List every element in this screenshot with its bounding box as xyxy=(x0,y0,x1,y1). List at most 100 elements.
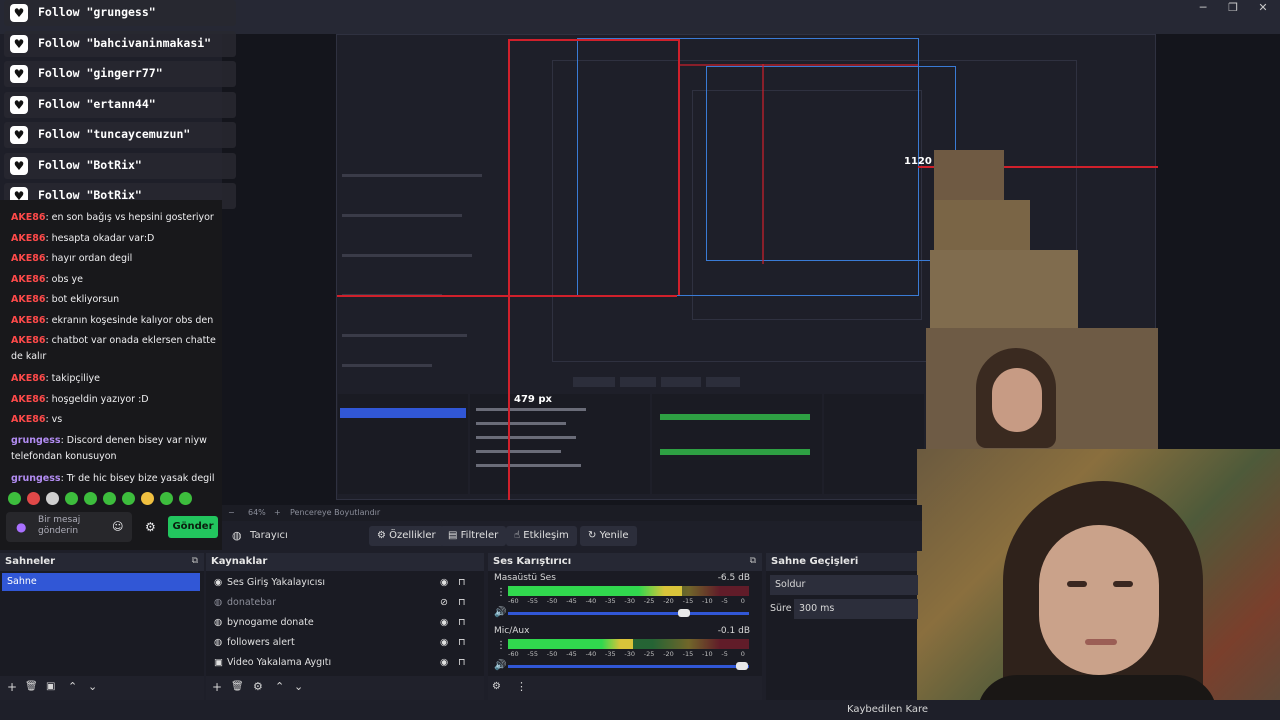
mixer-menu-icon[interactable]: ⋮ xyxy=(516,680,527,693)
source-toolbar: ◍ Tarayıcı ⚙ Özellikler ▤ Filtreler ☝ Et… xyxy=(222,521,922,551)
chat-username[interactable]: grungess xyxy=(11,473,61,484)
chat-username[interactable]: AKE86 xyxy=(11,253,45,264)
speaker-icon[interactable]: 🔊 xyxy=(494,660,506,671)
meter-tick-label: -5 xyxy=(721,597,728,605)
follow-alert-list: ♥ Follow "grungess" ♥ Follow "bahcivaninmak… xyxy=(4,0,244,212)
meter-tick-label: -40 xyxy=(585,597,597,605)
scenes-dock-title: Sahneler xyxy=(0,553,204,571)
add-source-button[interactable]: + xyxy=(212,680,222,694)
volume-slider[interactable] xyxy=(508,612,749,615)
visibility-eye-icon[interactable]: ◉ xyxy=(440,653,448,673)
lock-icon[interactable]: ⊓ xyxy=(458,613,465,633)
duration-input[interactable]: 300 ms xyxy=(794,599,918,619)
volume-slider[interactable] xyxy=(508,665,749,668)
emote[interactable] xyxy=(65,492,78,505)
emote[interactable] xyxy=(160,492,173,505)
emote[interactable] xyxy=(179,492,192,505)
refresh-button[interactable]: ↻ Yenile xyxy=(580,526,637,546)
guide-line-nested-v xyxy=(762,64,764,264)
nested-mixer-dock xyxy=(652,394,822,494)
chat-username[interactable]: AKE86 xyxy=(11,315,45,326)
lock-icon[interactable]: ⊓ xyxy=(458,633,465,653)
meter-tick-label: 0 xyxy=(740,597,745,605)
meter-tick-label: -35 xyxy=(605,597,616,605)
maximize-icon[interactable]: ❐ xyxy=(1226,1,1240,14)
mic-icon[interactable]: ● xyxy=(16,520,26,534)
emote[interactable] xyxy=(141,492,154,505)
interact-button[interactable]: ☝ Etkileşim xyxy=(506,526,577,546)
emote[interactable] xyxy=(84,492,97,505)
chat-username[interactable]: AKE86 xyxy=(11,233,45,244)
source-item[interactable]: ▣ Video Yakalama Aygıtı ◉ ⊓ xyxy=(210,653,465,673)
visibility-eye-icon[interactable]: ⊘ xyxy=(440,593,448,613)
chat-username[interactable]: grungess xyxy=(11,435,61,446)
emote[interactable] xyxy=(27,492,40,505)
emote[interactable] xyxy=(122,492,135,505)
chat-username[interactable]: AKE86 xyxy=(11,212,45,223)
emote[interactable] xyxy=(8,492,21,505)
visibility-eye-icon[interactable]: ◉ xyxy=(440,613,448,633)
source-item[interactable]: ◍ followers alert ◉ ⊓ xyxy=(210,633,465,653)
emote[interactable] xyxy=(103,492,116,505)
zoom-in-button[interactable]: + xyxy=(274,508,281,517)
chat-input[interactable]: ● Bir mesaj gönderin ☺ xyxy=(6,512,132,542)
chat-username[interactable]: AKE86 xyxy=(11,414,45,425)
source-item[interactable]: ◉ Ses Giriş Yakalayıcısı ◉ ⊓ xyxy=(210,573,465,593)
emote[interactable] xyxy=(46,492,59,505)
minimize-icon[interactable]: ─ xyxy=(1196,1,1210,14)
source-item[interactable]: ◍ bynogame donate ◉ ⊓ xyxy=(210,613,465,633)
channel-menu-icon[interactable]: ⋮ xyxy=(496,640,506,651)
scene-item-sahne[interactable]: Sahne xyxy=(2,573,200,591)
chat-username[interactable]: AKE86 xyxy=(11,394,45,405)
follow-alert-text: Follow "tuncaycemuzun" xyxy=(38,127,191,141)
close-icon[interactable]: ✕ xyxy=(1256,1,1270,14)
move-up-icon[interactable]: ⌃ xyxy=(275,680,284,693)
chat-message: AKE86: takipçiliye xyxy=(11,371,216,387)
visibility-eye-icon[interactable]: ◉ xyxy=(440,633,448,653)
meter-tick-label: -45 xyxy=(566,650,577,658)
meter-ticks: -60 -55 -50 -45 -40 -35 -30 -25 -20 -15 -10 -5 0 xyxy=(508,597,749,607)
move-up-icon[interactable]: ⌃ xyxy=(68,680,77,693)
chat-text: : hayır ordan degil xyxy=(45,253,133,264)
heart-icon: ♥ xyxy=(10,34,28,53)
chat-username[interactable]: AKE86 xyxy=(11,373,45,384)
speaker-icon[interactable]: 🔊 xyxy=(494,607,506,618)
chat-username[interactable]: AKE86 xyxy=(11,294,45,305)
source-type-icon: ◉ xyxy=(214,577,223,588)
chat-username[interactable]: AKE86 xyxy=(11,274,45,285)
emoji-icon[interactable]: ☺ xyxy=(112,520,123,533)
volume-slider-handle[interactable] xyxy=(736,662,748,670)
lock-icon[interactable]: ⊓ xyxy=(458,653,465,673)
lock-icon[interactable]: ⊓ xyxy=(458,573,465,593)
chat-username[interactable]: AKE86 xyxy=(11,335,45,346)
dock-undock-icon[interactable]: ⧉ xyxy=(750,556,756,566)
height-label: 479 px xyxy=(514,394,552,405)
hand-icon: ☝ xyxy=(514,530,524,541)
scene-filters-icon[interactable]: ▣ xyxy=(46,681,55,692)
dock-undock-icon[interactable]: ⧉ xyxy=(192,556,198,566)
move-down-icon[interactable]: ⌄ xyxy=(294,680,303,693)
transition-select[interactable]: Soldur xyxy=(770,575,918,595)
zoom-bar: − 64% + Pencereye Boyutlandır xyxy=(222,505,922,521)
properties-button[interactable]: ⚙ Özellikler xyxy=(369,526,444,546)
fit-window-label[interactable]: Pencereye Boyutlandır xyxy=(290,508,380,517)
remove-scene-icon[interactable]: 🗑 xyxy=(25,681,38,692)
zoom-out-button[interactable]: − xyxy=(228,508,235,517)
nested-sources-dock xyxy=(470,394,650,494)
advanced-audio-icon[interactable]: ⚙ xyxy=(492,681,501,692)
visibility-eye-icon[interactable]: ◉ xyxy=(440,573,448,593)
lock-icon[interactable]: ⊓ xyxy=(458,593,465,613)
settings-gear-icon[interactable]: ⚙ xyxy=(145,520,156,534)
channel-menu-icon[interactable]: ⋮ xyxy=(496,587,506,598)
send-button[interactable]: Gönder xyxy=(168,516,218,538)
source-item[interactable]: ◍ donatebar ⊘ ⊓ xyxy=(210,593,465,613)
add-scene-button[interactable]: + xyxy=(7,680,17,694)
move-down-icon[interactable]: ⌄ xyxy=(88,680,97,693)
meter-tick-label: -10 xyxy=(702,650,713,658)
filters-button[interactable]: ▤ Filtreler xyxy=(440,526,507,546)
refresh-icon: ↻ xyxy=(588,530,600,541)
volume-slider-handle[interactable] xyxy=(678,609,690,617)
remove-source-icon[interactable]: 🗑 xyxy=(231,681,244,692)
filter-icon: ▤ xyxy=(448,530,461,541)
source-settings-icon[interactable]: ⚙ xyxy=(253,680,263,693)
